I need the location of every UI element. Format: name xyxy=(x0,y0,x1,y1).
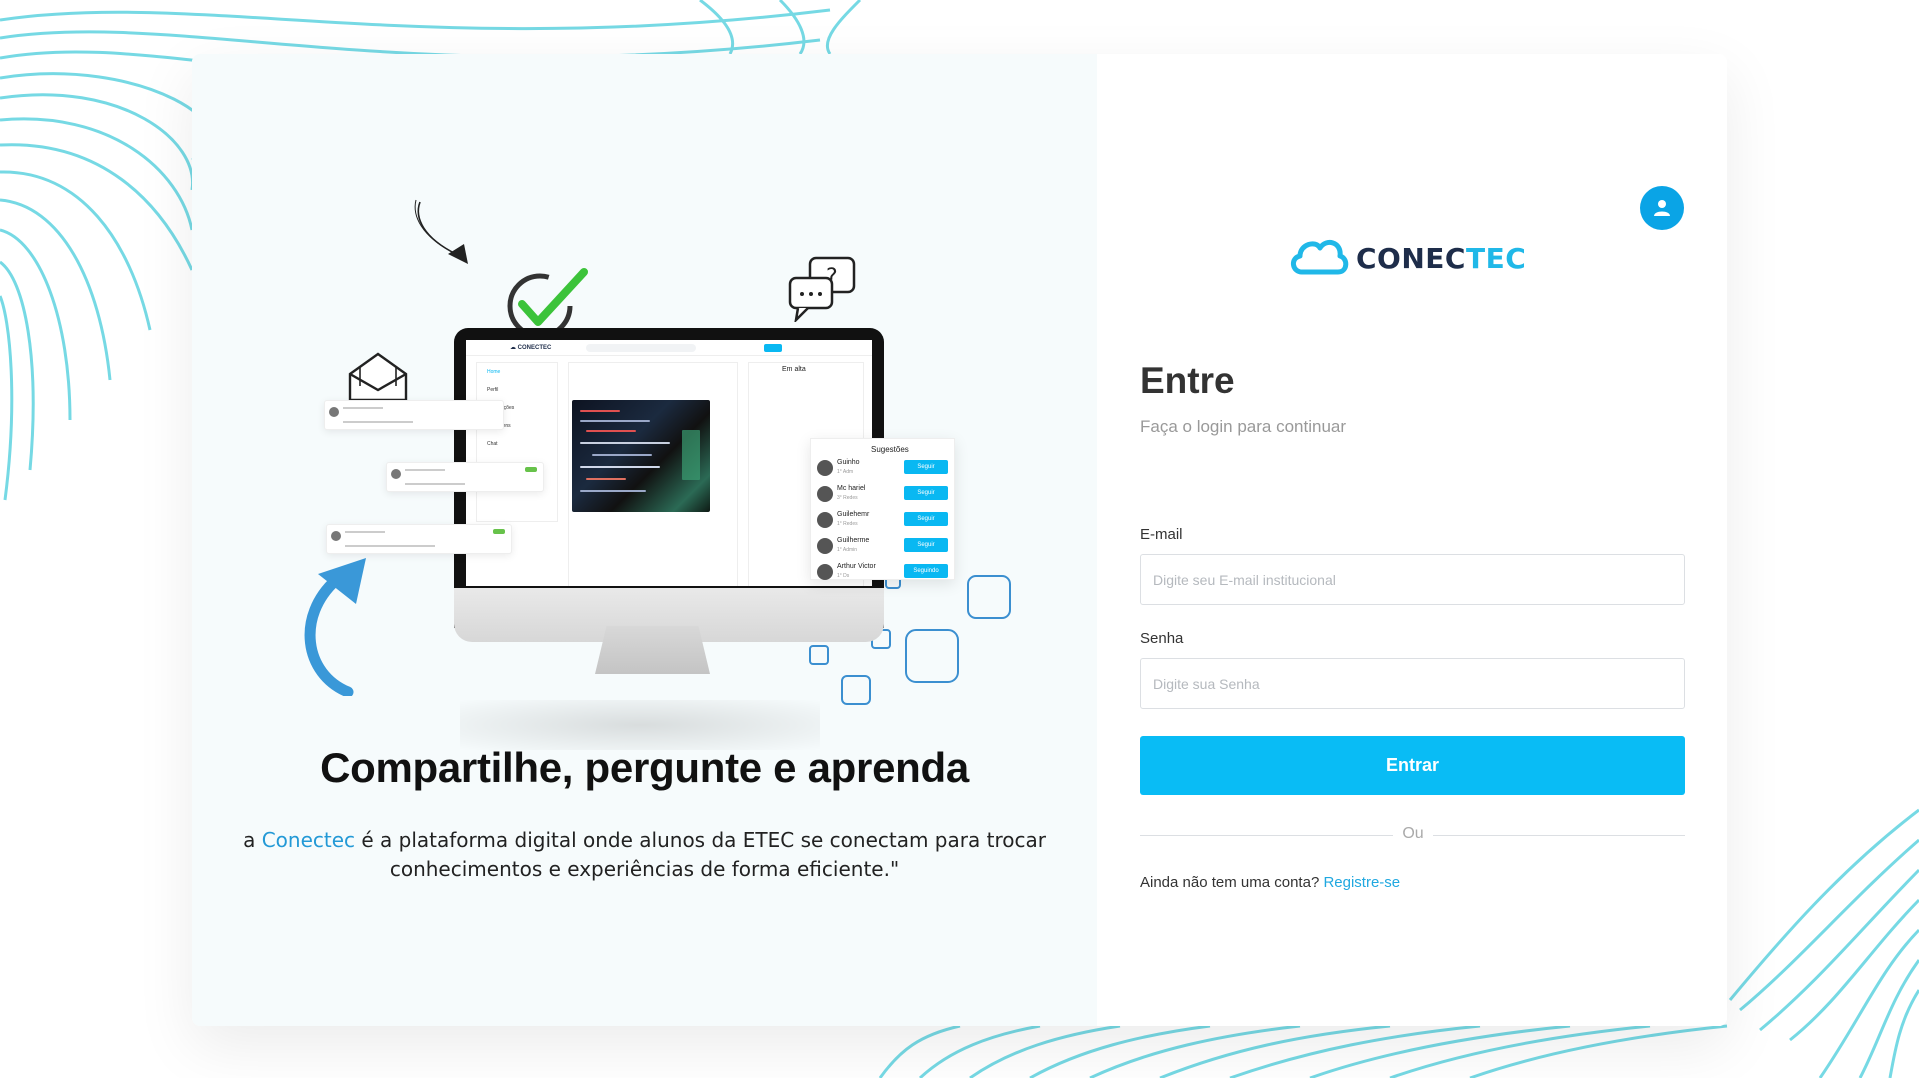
signup-link[interactable]: Registre-se xyxy=(1323,874,1400,891)
floating-post-card xyxy=(386,462,544,492)
suggestion-row: Mc hariel 3° Redes Seguir xyxy=(817,483,952,505)
sketch-arrow-icon xyxy=(414,199,468,264)
floating-post-card xyxy=(326,524,512,554)
suggestion-name: Guilherme xyxy=(837,537,870,544)
suggestion-sub: 1° Redes xyxy=(837,521,858,527)
follow-button: Seguir xyxy=(904,486,948,500)
screen-side-item: Perfil xyxy=(487,387,499,393)
password-label: Senha xyxy=(1140,630,1184,647)
user-icon xyxy=(1654,200,1670,216)
screen-trending-title: Em alta xyxy=(782,366,806,373)
floating-post-card xyxy=(324,400,504,430)
screen-side-item: Home xyxy=(487,369,501,375)
chat-question-icon: ? xyxy=(788,256,856,322)
suggestion-row: Guinho 1° Adm Seguir xyxy=(817,457,952,479)
screen-logo: ☁ CONECTEC xyxy=(510,345,552,351)
code-screenshot-image xyxy=(572,400,710,512)
suggestions-title: Sugestões xyxy=(871,445,909,454)
user-account-button[interactable] xyxy=(1640,186,1684,230)
curved-arrow-icon xyxy=(304,558,366,696)
screen-search xyxy=(586,344,696,352)
screen-topbar: ☁ CONECTEC xyxy=(466,340,872,356)
suggestion-row: Arthur Victor 1° Ds Seguindo xyxy=(817,561,952,581)
suggestion-sub: 1° Ds xyxy=(837,573,850,579)
envelope-icon xyxy=(348,352,408,402)
login-title: Entre xyxy=(1140,360,1235,401)
suggestion-sub: 1° Adm xyxy=(837,469,854,475)
hero-title: Compartilhe, pergunte e aprenda xyxy=(320,744,969,791)
password-field[interactable] xyxy=(1140,658,1685,709)
follow-button: Seguindo xyxy=(904,564,948,578)
suggestion-row: Guilherme 1° Admin Seguir xyxy=(817,535,952,557)
logo-text: CONECTEC xyxy=(1356,242,1527,275)
conectec-link[interactable]: Conectec xyxy=(262,828,355,852)
screen-side-item: Chat xyxy=(487,441,498,447)
hero-description: a Conectec é a plataforma digital onde a… xyxy=(232,826,1057,884)
email-field[interactable] xyxy=(1140,554,1685,605)
avatar xyxy=(817,460,833,476)
login-subtitle: Faça o login para continuar xyxy=(1140,417,1347,436)
avatar xyxy=(817,512,833,528)
cloud-icon xyxy=(1291,239,1349,275)
screen-sidebar: Home Perfil Notificações Postagens Chat xyxy=(476,362,558,522)
hero-desc-rest: é a plataforma digital onde alunos da ET… xyxy=(355,828,1046,881)
login-submit-button[interactable]: Entrar xyxy=(1140,736,1685,795)
avatar xyxy=(817,486,833,502)
avatar xyxy=(817,538,833,554)
hero-illustration: ? ☁ CONECTEC Home Perfil Chat Em alta Su… xyxy=(0,0,1919,760)
suggestion-sub: 3° Redes xyxy=(837,495,858,501)
suggestion-name: Arthur Victor xyxy=(837,563,876,570)
follow-button: Seguir xyxy=(904,538,948,552)
suggestion-row: Guilehemr 1° Redes Seguir xyxy=(817,509,952,531)
email-label: E-mail xyxy=(1140,526,1183,543)
monitor-stand xyxy=(595,626,710,674)
hero-desc-prefix: a xyxy=(243,828,262,852)
follow-button: Seguir xyxy=(904,460,948,474)
suggestion-sub: 1° Admin xyxy=(837,547,858,553)
suggestion-name: Mc hariel xyxy=(837,485,866,492)
suggestion-name: Guilehemr xyxy=(837,511,870,518)
suggestion-name: Guinho xyxy=(837,459,860,466)
follow-button: Seguir xyxy=(904,512,948,526)
screen-button xyxy=(764,344,782,352)
monitor-shadow xyxy=(460,700,820,750)
suggestions-card: Sugestões Guinho 1° Adm Seguir Mc hariel… xyxy=(810,438,955,580)
avatar xyxy=(817,564,833,580)
signup-prompt: Ainda não tem uma conta? Registre-se xyxy=(1140,874,1400,891)
signup-prompt-text: Ainda não tem uma conta? xyxy=(1140,874,1324,891)
divider-text: Ou xyxy=(1393,825,1433,843)
